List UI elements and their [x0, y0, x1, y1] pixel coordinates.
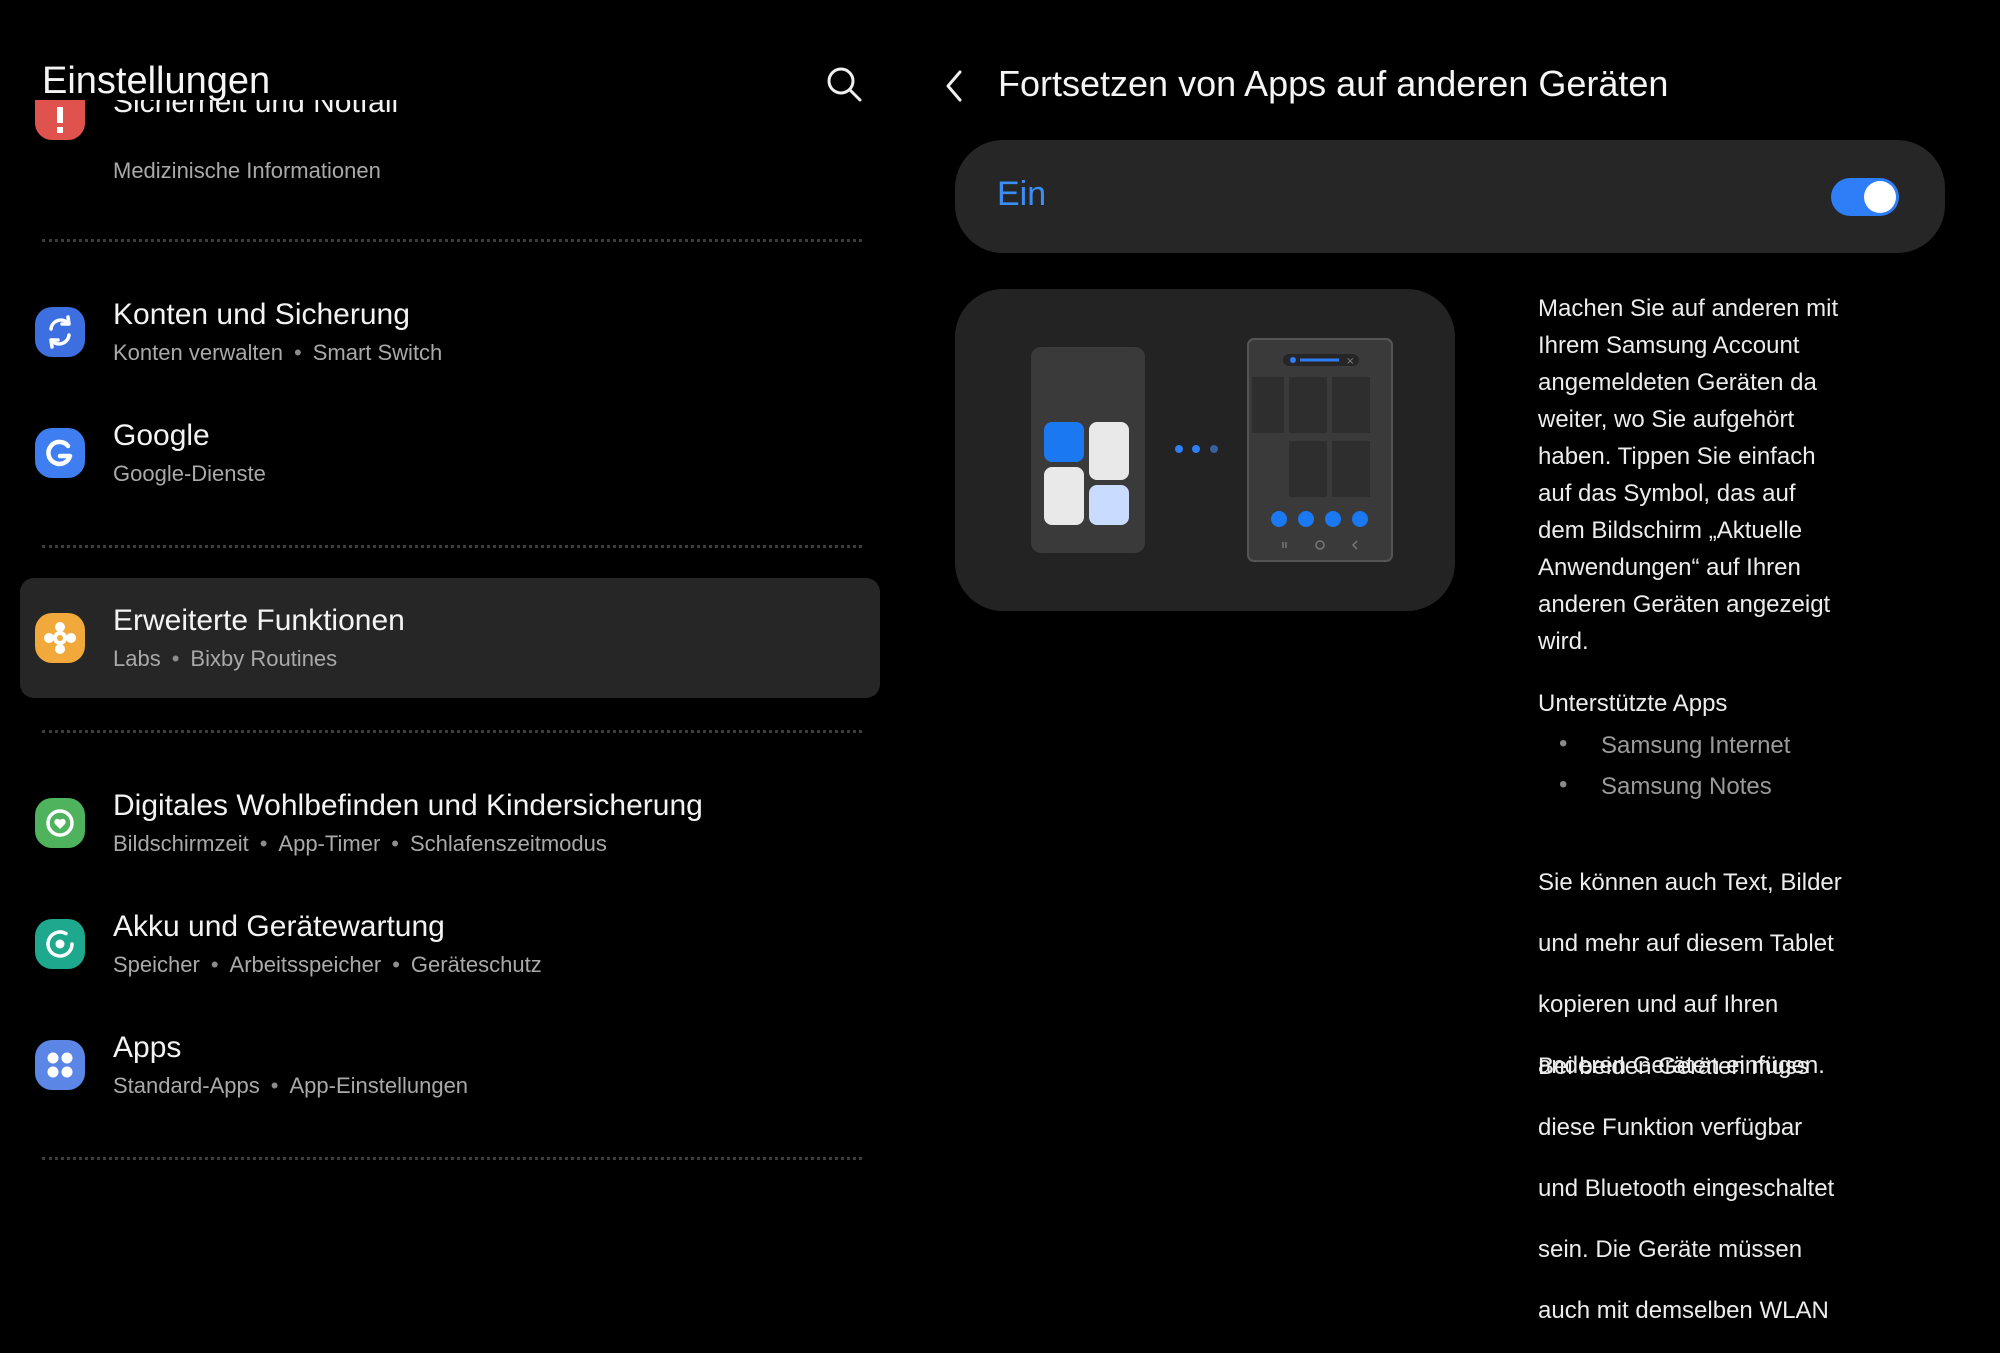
subtitle-part: Arbeitsspeicher: [229, 952, 382, 977]
settings-item-apps[interactable]: Apps Standard-Apps • App-Einstellungen: [20, 1005, 880, 1125]
settings-item-title: Konten und Sicherung: [113, 298, 410, 331]
requirements-paragraph: Bei beiden Geräten muss diese Funktion ve…: [1538, 1024, 1868, 1353]
page-title: Einstellungen: [42, 60, 271, 102]
settings-item-safety[interactable]: Sicherheit und Notfall Medizinische Info…: [20, 100, 880, 190]
text-line: Anwendungen“ auf Ihren: [1538, 554, 1801, 581]
google-icon: [35, 428, 85, 478]
toggle-knob: [1864, 181, 1896, 213]
text-line: dem Bildschirm „Aktuelle: [1538, 517, 1803, 544]
subtitle-part: Geräteschutz: [410, 952, 542, 977]
warning-icon: [35, 100, 85, 140]
master-toggle-card[interactable]: Ein: [955, 140, 1945, 253]
divider: [42, 239, 862, 242]
text-line: wird.: [1538, 628, 1589, 655]
text-line: Bei beiden Geräten muss: [1538, 1053, 1809, 1080]
settings-item-subtitle: Labs • Bixby Routines: [113, 646, 338, 671]
feature-illustration: ×: [955, 289, 1455, 611]
subtitle-part: Standard-Apps: [113, 1073, 260, 1098]
device-care-icon: [35, 919, 85, 969]
settings-item-subtitle: Medizinische Informationen: [113, 158, 381, 183]
supported-app-name: Samsung Internet: [1601, 732, 1791, 759]
text-line: Ihrem Samsung Account: [1538, 332, 1800, 359]
subtitle-part: App-Timer: [278, 831, 381, 856]
text-line: Machen Sie auf anderen mit: [1538, 295, 1839, 322]
back-arrow-icon[interactable]: [938, 66, 972, 106]
text-line: kopieren und auf Ihren: [1538, 991, 1779, 1018]
settings-item-wellbeing[interactable]: Digitales Wohlbefinden und Kindersicheru…: [20, 763, 880, 883]
divider: [42, 730, 862, 733]
settings-item-title: Erweiterte Funktionen: [113, 604, 405, 637]
subtitle-part: Konten verwalten: [113, 340, 283, 365]
subtitle-part: Speicher: [113, 952, 200, 977]
divider: [42, 545, 862, 548]
settings-item-subtitle: Standard-Apps • App-Einstellungen: [113, 1073, 469, 1098]
settings-item-battery[interactable]: Akku und Gerätewartung Speicher • Arbeitssp…: [20, 884, 880, 1004]
supported-app-name: Samsung Notes: [1601, 773, 1772, 800]
subtitle-part: Bildschirmzeit: [113, 831, 249, 856]
text-line: und mehr auf diesem Tablet: [1538, 930, 1834, 957]
sync-icon: [35, 307, 85, 357]
text-line: diese Funktion verfügbar: [1538, 1114, 1803, 1141]
text-line: auf das Symbol, das auf: [1538, 480, 1796, 507]
settings-item-google[interactable]: Google Google-Dienste: [20, 393, 880, 513]
toggle-label: Ein: [997, 175, 1047, 213]
text-line: anderen Geräten angezeigt: [1538, 591, 1831, 618]
divider: [42, 1157, 862, 1160]
settings-item-subtitle: Konten verwalten • Smart Switch: [113, 340, 443, 365]
settings-item-title: Apps: [113, 1031, 182, 1064]
subtitle-part: Smart Switch: [312, 340, 443, 365]
detail-title: Fortsetzen von Apps auf anderen Geräten: [998, 63, 1669, 104]
heart-ring-icon: [35, 798, 85, 848]
settings-item-title: Google: [113, 419, 210, 452]
subtitle-part: Schlafenszeitmodus: [409, 831, 607, 856]
settings-item-subtitle: Speicher • Arbeitsspeicher • Geräteschutz: [113, 952, 542, 977]
settings-item-advanced[interactable]: Erweiterte Funktionen Labs • Bixby Routines: [20, 578, 880, 698]
text-line: auch mit demselben WLAN: [1538, 1297, 1829, 1324]
supported-apps-heading: Unterstützte Apps: [1538, 690, 1728, 717]
subtitle-part: App-Einstellungen: [289, 1073, 469, 1098]
puzzle-gear-icon: [35, 613, 85, 663]
subtitle-part: Labs: [113, 646, 161, 671]
text-line: und Bluetooth eingeschaltet: [1538, 1175, 1835, 1202]
settings-item-subtitle: Google-Dienste: [113, 461, 266, 487]
feature-description: Machen Sie auf anderen mit Ihrem Samsung …: [1538, 290, 1868, 660]
settings-item-title: Sicherheit und Notfall: [113, 100, 399, 119]
settings-item-title: Akku und Gerätewartung: [113, 910, 445, 943]
apps-grid-icon: [35, 1040, 85, 1090]
text-line: weiter, wo Sie aufgehört: [1538, 406, 1795, 433]
toggle-switch[interactable]: [1831, 178, 1899, 216]
text-line: haben. Tippen Sie einfach: [1538, 443, 1816, 470]
svg-text:×: ×: [1346, 356, 1354, 367]
text-line: Sie können auch Text, Bilder: [1538, 869, 1842, 896]
subtitle-part: Bixby Routines: [190, 646, 338, 671]
text-line: angemeldeten Geräten da: [1538, 369, 1817, 396]
subtitle-part: Google-Dienste: [113, 461, 266, 486]
text-line: sein. Die Geräte müssen: [1538, 1236, 1803, 1263]
settings-item-accounts[interactable]: Konten und Sicherung Konten verwalten • Sma…: [20, 272, 880, 392]
settings-item-title: Digitales Wohlbefinden und Kindersicheru…: [113, 789, 703, 822]
settings-item-subtitle: Bildschirmzeit • App-Timer • Schlafenszeitmo…: [113, 831, 607, 856]
